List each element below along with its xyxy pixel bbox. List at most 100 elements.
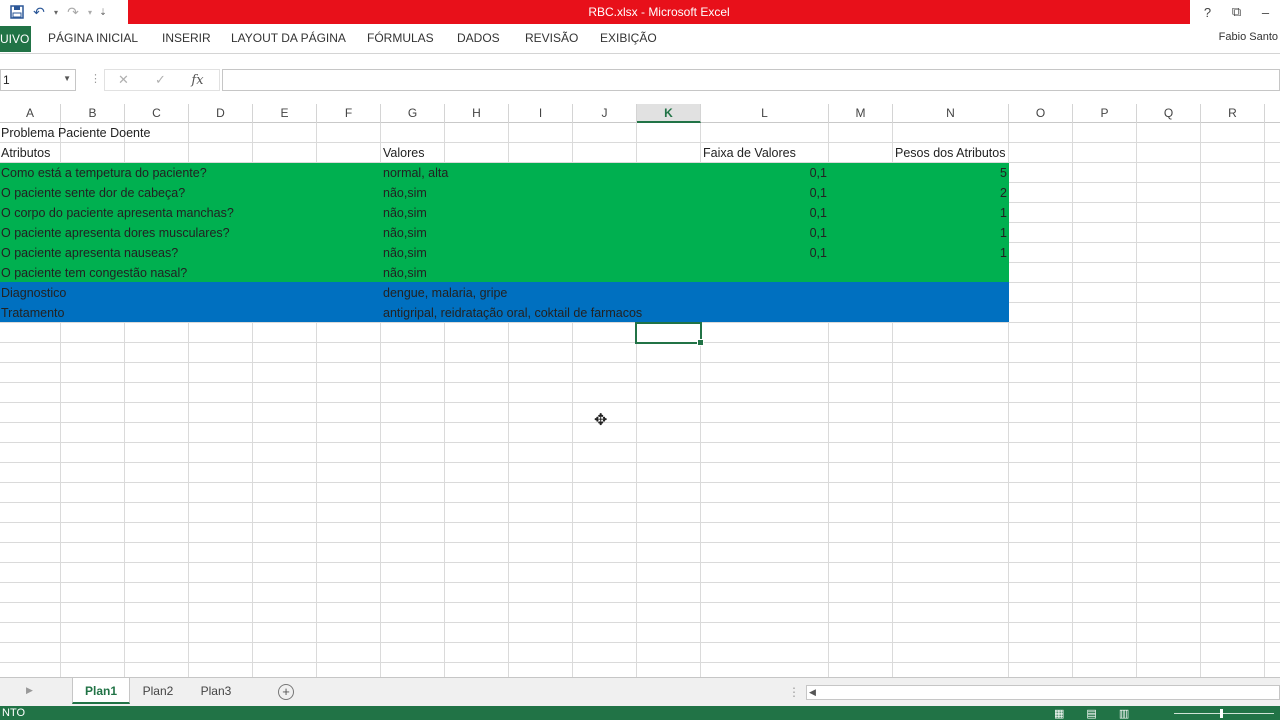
- status-bar: NTO ▦ ▤ ▥: [0, 706, 1280, 720]
- tab-inserir[interactable]: INSERIR: [162, 31, 211, 45]
- row3-atributo[interactable]: O corpo do paciente apresenta manchas?: [1, 203, 234, 223]
- minimize-icon[interactable]: –: [1251, 5, 1280, 20]
- row5-atributo[interactable]: O paciente apresenta nauseas?: [1, 243, 178, 263]
- row4-peso[interactable]: 1: [893, 223, 1007, 243]
- tab-formulas[interactable]: FÓRMULAS: [367, 31, 434, 45]
- row5-valores[interactable]: não,sim: [383, 243, 427, 263]
- row6-atributo[interactable]: O paciente tem congestão nasal?: [1, 263, 187, 283]
- window-title: RBC.xlsx - Microsoft Excel: [588, 5, 730, 19]
- zoom-slider-thumb[interactable]: [1220, 709, 1223, 718]
- row3-valores[interactable]: não,sim: [383, 203, 427, 223]
- zoom-slider[interactable]: [1174, 713, 1274, 714]
- row4-atributo[interactable]: O paciente apresenta dores musculares?: [1, 223, 230, 243]
- window-controls: ? ⧉ –: [1193, 0, 1280, 24]
- tab-dados[interactable]: DADOS: [457, 31, 500, 45]
- formula-bar-area: 1 ▼ ⋮ ✕ ✓ fx: [0, 54, 1280, 104]
- column-header-p[interactable]: P: [1073, 104, 1137, 123]
- header-faixa[interactable]: Faixa de Valores: [703, 143, 796, 163]
- tab-layout-da-pagina[interactable]: LAYOUT DA PÁGINA: [231, 31, 346, 45]
- help-icon[interactable]: ?: [1193, 5, 1222, 20]
- row1-atributo[interactable]: Como está a tempetura do paciente?: [1, 163, 207, 183]
- enter-icon[interactable]: ✓: [142, 72, 179, 88]
- worksheet-grid[interactable]: Problema Paciente Doente Atributos Valor…: [0, 123, 1280, 677]
- column-header-h[interactable]: H: [445, 104, 509, 123]
- column-header-o[interactable]: O: [1009, 104, 1073, 123]
- insert-function-icon[interactable]: fx: [179, 73, 216, 88]
- save-icon[interactable]: [8, 3, 26, 21]
- row2-faixa[interactable]: 0,1: [701, 183, 827, 203]
- cancel-icon[interactable]: ✕: [105, 72, 142, 88]
- header-pesos[interactable]: Pesos dos Atributos: [895, 143, 1005, 163]
- tab-exibicao[interactable]: EXIBIÇÃO: [600, 31, 657, 45]
- horizontal-scrollbar[interactable]: ◀: [806, 685, 1280, 700]
- grid-line: [1136, 123, 1137, 677]
- title-band: RBC.xlsx - Microsoft Excel: [128, 0, 1190, 24]
- row3-peso[interactable]: 1: [893, 203, 1007, 223]
- tab-file[interactable]: UIVO: [0, 26, 31, 52]
- row1-peso[interactable]: 5: [893, 163, 1007, 183]
- tab-plan2[interactable]: Plan2: [132, 678, 184, 704]
- column-header-f[interactable]: F: [317, 104, 381, 123]
- undo-icon[interactable]: ↶: [30, 3, 48, 21]
- add-sheet-icon[interactable]: +: [278, 684, 294, 700]
- name-box[interactable]: 1 ▼: [0, 69, 76, 91]
- splitter-dots-icon[interactable]: ⋮: [788, 685, 800, 699]
- sheet-title[interactable]: Problema Paciente Doente: [1, 123, 150, 143]
- chevron-right-icon[interactable]: ▶: [26, 685, 33, 696]
- tratamento-label[interactable]: Tratamento: [1, 303, 64, 323]
- tab-revisao[interactable]: REVISÃO: [525, 31, 578, 45]
- column-header-k[interactable]: K: [637, 104, 701, 123]
- undo-dropdown-icon[interactable]: ▾: [52, 3, 60, 21]
- scrollbar-thumb[interactable]: [823, 688, 1279, 697]
- column-header-g[interactable]: G: [381, 104, 445, 123]
- normal-view-icon[interactable]: ▦: [1054, 707, 1064, 720]
- grid-line: [1072, 123, 1073, 677]
- tab-pagina-inicial[interactable]: PÁGINA INICIAL: [48, 31, 138, 45]
- row1-valores[interactable]: normal, alta: [383, 163, 448, 183]
- column-header-b[interactable]: B: [61, 104, 125, 123]
- column-header-c[interactable]: C: [125, 104, 189, 123]
- column-header-a[interactable]: A: [0, 104, 61, 123]
- row6-valores[interactable]: não,sim: [383, 263, 427, 283]
- selected-cell[interactable]: [635, 322, 704, 346]
- column-header-m[interactable]: M: [829, 104, 893, 123]
- column-header-j[interactable]: J: [573, 104, 637, 123]
- row5-faixa[interactable]: 0,1: [701, 243, 827, 263]
- ribbon-display-icon[interactable]: ⧉: [1222, 4, 1251, 20]
- column-header-d[interactable]: D: [189, 104, 253, 123]
- header-atributos[interactable]: Atributos: [1, 143, 50, 163]
- diagnostico-value[interactable]: dengue, malaria, gripe: [383, 283, 507, 303]
- user-name[interactable]: Fabio Santo: [1219, 31, 1278, 43]
- tratamento-value[interactable]: antigripal, reidratação oral, coktail de…: [383, 303, 642, 323]
- row2-valores[interactable]: não,sim: [383, 183, 427, 203]
- chevron-down-icon[interactable]: ▼: [63, 74, 71, 83]
- row3-faixa[interactable]: 0,1: [701, 203, 827, 223]
- diagnostico-label[interactable]: Diagnostico: [1, 283, 66, 303]
- tab-plan1[interactable]: Plan1: [72, 678, 130, 704]
- page-break-view-icon[interactable]: ▥: [1119, 707, 1129, 720]
- title-bar: ↶ ▾ ↷ ▾ ⇣ RBC.xlsx - Microsoft Excel ? ⧉…: [0, 0, 1280, 24]
- header-valores[interactable]: Valores: [383, 143, 424, 163]
- row5-peso[interactable]: 1: [893, 243, 1007, 263]
- cursor-cross-icon: ✥: [594, 412, 608, 429]
- column-header-q[interactable]: Q: [1137, 104, 1201, 123]
- page-layout-view-icon[interactable]: ▤: [1086, 707, 1096, 720]
- tab-plan3[interactable]: Plan3: [188, 678, 244, 704]
- splitter-dots-icon[interactable]: ⋮: [90, 72, 101, 85]
- column-header-e[interactable]: E: [253, 104, 317, 123]
- redo-icon[interactable]: ↷: [64, 3, 82, 21]
- row2-peso[interactable]: 2: [893, 183, 1007, 203]
- column-header-l[interactable]: L: [701, 104, 829, 123]
- row2-atributo[interactable]: O paciente sente dor de cabeça?: [1, 183, 185, 203]
- column-header-r[interactable]: R: [1201, 104, 1265, 123]
- view-buttons: ▦ ▤ ▥: [1054, 707, 1129, 720]
- customize-qat-icon[interactable]: ⇣: [98, 3, 108, 21]
- row4-faixa[interactable]: 0,1: [701, 223, 827, 243]
- column-header-i[interactable]: I: [509, 104, 573, 123]
- row1-faixa[interactable]: 0,1: [701, 163, 827, 183]
- redo-dropdown-icon[interactable]: ▾: [86, 3, 94, 21]
- formula-input[interactable]: [222, 69, 1280, 91]
- chevron-left-icon[interactable]: ◀: [809, 687, 816, 698]
- column-header-n[interactable]: N: [893, 104, 1009, 123]
- row4-valores[interactable]: não,sim: [383, 223, 427, 243]
